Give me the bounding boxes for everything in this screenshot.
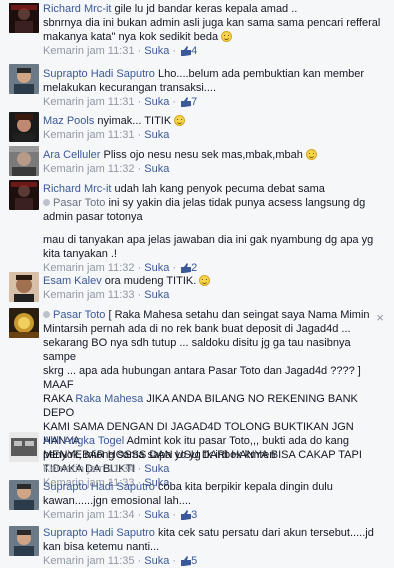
comment-text: kawan......jgn emosional lah.... bbox=[43, 495, 191, 507]
timestamp[interactable]: Kemarin jam 11:35 bbox=[43, 555, 135, 567]
comment-text: kita tanyakan .! bbox=[43, 248, 117, 260]
comment-text: makanya kata" nya kok sedikit beda bbox=[43, 31, 219, 43]
avatar[interactable] bbox=[9, 3, 39, 33]
like-count[interactable]: 7 bbox=[191, 96, 197, 108]
timestamp[interactable]: Kemarin jam 11:32 bbox=[43, 262, 135, 274]
comment-text: Pliss ojo nesu nesu sek mas,mbak,mbah bbox=[103, 149, 303, 161]
like-thumb-icon bbox=[181, 510, 192, 520]
like-button[interactable]: Suka bbox=[144, 96, 169, 108]
comment-text: udah lah kang penyok pecuma debat sama bbox=[114, 183, 325, 195]
comment-text: coba kita berpikir kepala dingin dulu bbox=[157, 481, 333, 493]
comment-author[interactable]: Maz Pools bbox=[43, 115, 94, 127]
comment-meta: Kemarin jam 11:33 · Suka bbox=[43, 289, 170, 301]
avatar[interactable] bbox=[9, 180, 39, 210]
page-icon bbox=[43, 311, 50, 318]
like-button[interactable]: Suka bbox=[144, 262, 169, 274]
avatar[interactable] bbox=[9, 112, 39, 142]
quote-avatar-icon bbox=[43, 199, 50, 206]
comment-author[interactable]: Suprapto Hadi Saputro bbox=[43, 68, 155, 80]
comment-text: kan bisa ketemu nanti... bbox=[43, 541, 160, 553]
quoted-author[interactable]: Pasar Toto bbox=[53, 197, 105, 209]
mention-link[interactable]: Raka Mahesa bbox=[75, 393, 143, 405]
like-button[interactable]: Suka bbox=[144, 509, 169, 521]
timestamp[interactable]: Kemarin jam 11:34 bbox=[43, 463, 135, 475]
comment-author[interactable]: Esam Kalev bbox=[43, 275, 102, 287]
comment-text: mau di tanyakan apa jelas jawaban dia in… bbox=[43, 234, 374, 246]
like-button[interactable]: Suka bbox=[144, 163, 169, 175]
like-button[interactable]: Suka bbox=[144, 555, 169, 567]
comment-text: nyimak... TITIK bbox=[97, 115, 172, 127]
post-author-row: Pasar Toto bbox=[43, 309, 105, 321]
like-count[interactable]: 4 bbox=[191, 45, 197, 57]
like-thumb-icon bbox=[181, 556, 192, 566]
avatar[interactable] bbox=[9, 146, 39, 176]
comment-text: sekarang BO nya sdh tutup ... saldoku di… bbox=[43, 337, 351, 363]
comment-text: sbnrnya dia ini bukan admin asli juga ka… bbox=[43, 17, 381, 29]
avatar[interactable] bbox=[9, 480, 39, 510]
timestamp[interactable]: Kemarin jam 11:31 bbox=[43, 129, 135, 141]
avatar[interactable] bbox=[9, 64, 39, 94]
comment-text: skrg ... apa ada hubungan antara Pasar T… bbox=[43, 365, 361, 391]
timestamp[interactable]: Kemarin jam 11:31 bbox=[43, 45, 135, 57]
comment-meta: Kemarin jam 11:32 · Suka · 2 bbox=[43, 262, 198, 274]
like-button[interactable]: Suka bbox=[144, 45, 169, 57]
like-thumb-icon bbox=[181, 97, 192, 107]
like-button[interactable]: Suka bbox=[144, 289, 169, 301]
comment-meta: Kemarin jam 11:32 · Suka bbox=[43, 163, 170, 175]
comment-text: penyok, miong sama sapa yo yg tk inbox k… bbox=[43, 449, 276, 461]
comment-text: gile lu jd bandar keras kepala amad .. bbox=[114, 3, 298, 15]
timestamp[interactable]: Kemarin jam 11:34 bbox=[43, 509, 135, 521]
comment-author[interactable]: Ara Celluler bbox=[43, 149, 100, 161]
avatar[interactable] bbox=[9, 432, 39, 462]
close-icon[interactable]: × bbox=[376, 310, 384, 325]
timestamp[interactable]: Kemarin jam 11:33 bbox=[43, 289, 135, 301]
comment-author[interactable]: Suprapto Hadi Saputro bbox=[43, 481, 155, 493]
comment-meta: Kemarin jam 11:35 · Suka · 5 bbox=[43, 555, 198, 567]
smiley-emoticon-icon bbox=[221, 31, 233, 42]
comment-author[interactable]: Suprapto Hadi Saputro bbox=[43, 527, 155, 539]
comment-text: admin pasar totonya bbox=[43, 211, 143, 223]
avatar[interactable] bbox=[9, 526, 39, 556]
avatar[interactable] bbox=[9, 308, 39, 338]
like-thumb-icon bbox=[181, 263, 192, 273]
smiley-emoticon-icon bbox=[199, 275, 211, 286]
comment-meta: Kemarin jam 11:31 · Suka · 7 bbox=[43, 96, 198, 108]
like-count[interactable]: 2 bbox=[191, 262, 197, 274]
like-thumb-icon bbox=[181, 46, 192, 56]
comment-text: Admint kok itu pasar Toto,,, bukti ada d… bbox=[126, 435, 349, 447]
comment-text: Lho....belum ada pembuktian kan member bbox=[157, 68, 365, 80]
like-count[interactable]: 3 bbox=[191, 509, 197, 521]
smiley-emoticon-icon bbox=[174, 115, 186, 126]
comment-meta: Kemarin jam 11:31 · Suka · 4 bbox=[43, 45, 198, 57]
comment-meta: Kemarin jam 11:34 · Suka bbox=[43, 463, 170, 475]
timestamp[interactable]: Kemarin jam 11:32 bbox=[43, 163, 135, 175]
like-count[interactable]: 5 bbox=[191, 555, 197, 567]
comment-text: Mintarsih pernah ada di no rek bank buat… bbox=[43, 323, 351, 335]
like-button[interactable]: Suka bbox=[144, 463, 169, 475]
comment-author[interactable]: Ahli Angka Togel bbox=[43, 435, 124, 447]
comment-author[interactable]: Richard Mrc-it bbox=[43, 3, 111, 15]
comment-author[interactable]: Richard Mrc-it bbox=[43, 183, 111, 195]
comment-text: [ Raka Mahesa setahu dan seingat saya Na… bbox=[108, 309, 370, 321]
comment-meta: Kemarin jam 11:34 · Suka · 3 bbox=[43, 509, 198, 521]
comment-text: RAKA bbox=[43, 393, 73, 405]
smiley-emoticon-icon bbox=[305, 149, 317, 160]
comment-author[interactable]: Pasar Toto bbox=[53, 309, 105, 321]
like-button[interactable]: Suka bbox=[144, 129, 169, 141]
comment-text: kita cek satu persatu dari akun tersebut… bbox=[157, 527, 374, 539]
comment-meta: Kemarin jam 11:31 · Suka bbox=[43, 129, 170, 141]
avatar[interactable] bbox=[9, 272, 39, 302]
comment-text: ora mudeng TITIK. bbox=[104, 275, 197, 287]
timestamp[interactable]: Kemarin jam 11:31 bbox=[43, 96, 135, 108]
comment-text: melakukan kecurangan transaksi.... bbox=[43, 82, 217, 94]
quoted-reply: Pasar Toto ini sy yakin dia jelas tidak … bbox=[43, 197, 365, 209]
